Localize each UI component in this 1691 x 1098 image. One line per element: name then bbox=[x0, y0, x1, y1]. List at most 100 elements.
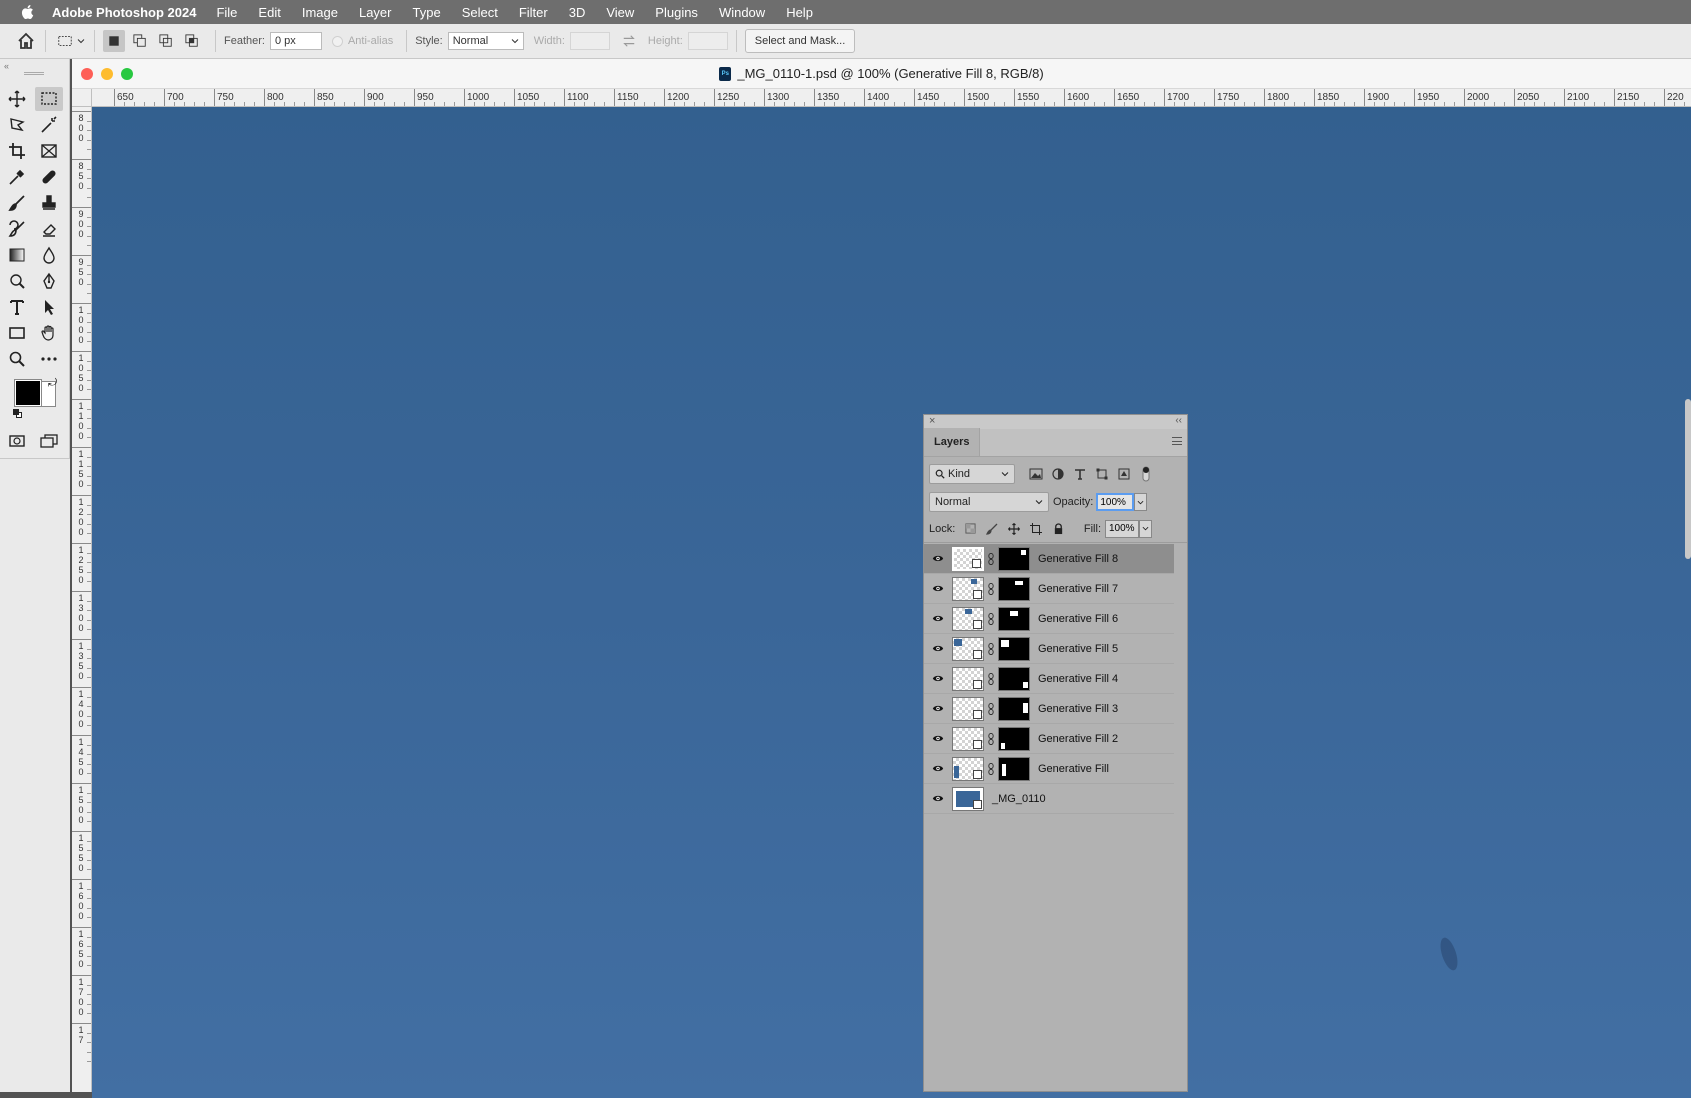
menu-window[interactable]: Window bbox=[719, 5, 765, 20]
menu-select[interactable]: Select bbox=[462, 5, 498, 20]
menu-file[interactable]: File bbox=[216, 5, 237, 20]
filter-type-icon[interactable] bbox=[1069, 464, 1091, 484]
menu-layer[interactable]: Layer bbox=[359, 5, 392, 20]
swap-colors-icon[interactable]: ⤾ bbox=[48, 377, 57, 390]
menu-help[interactable]: Help bbox=[786, 5, 813, 20]
layer-thumbnail[interactable] bbox=[952, 606, 984, 631]
rectangle-tool-icon[interactable] bbox=[3, 321, 31, 345]
layer-mask-thumbnail[interactable] bbox=[998, 576, 1030, 601]
filter-smart-object-icon[interactable] bbox=[1113, 464, 1135, 484]
lasso-tool-icon[interactable] bbox=[3, 113, 31, 137]
more-tools-icon[interactable] bbox=[35, 347, 63, 371]
move-tool-icon[interactable] bbox=[3, 87, 31, 111]
layer-row[interactable]: _MG_0110 bbox=[924, 784, 1174, 814]
visibility-eye-icon[interactable] bbox=[924, 644, 952, 653]
layer-mask-thumbnail[interactable] bbox=[998, 756, 1030, 781]
ruler-origin[interactable] bbox=[72, 89, 92, 107]
zoom-tool-icon[interactable] bbox=[3, 347, 31, 371]
visibility-eye-icon[interactable] bbox=[924, 584, 952, 593]
antialias-checkbox[interactable]: Anti-alias bbox=[331, 35, 398, 47]
path-selection-tool-icon[interactable] bbox=[35, 295, 63, 319]
layer-mask-thumbnail[interactable] bbox=[998, 606, 1030, 631]
vertical-ruler[interactable]: 8 0 0 8 5 0 9 0 0 9 5 0 1 0 0 0 1 0 5 0 1 1 0 … bbox=[72, 107, 92, 1092]
layer-row[interactable]: Generative Fill 6 bbox=[924, 604, 1174, 634]
filter-adjustment-icon[interactable] bbox=[1047, 464, 1069, 484]
type-tool-icon[interactable] bbox=[3, 295, 31, 319]
filter-kind-select[interactable]: Kind bbox=[929, 464, 1015, 484]
apple-icon[interactable] bbox=[18, 3, 36, 21]
frame-tool-icon[interactable] bbox=[35, 139, 63, 163]
close-window-button[interactable] bbox=[81, 68, 93, 80]
chain-link-icon[interactable] bbox=[986, 702, 996, 715]
panel-menu-icon[interactable] bbox=[1172, 437, 1182, 445]
layer-thumbnail[interactable] bbox=[952, 696, 984, 721]
swap-dimensions-icon[interactable] bbox=[618, 30, 640, 52]
chain-link-icon[interactable] bbox=[986, 552, 996, 565]
layer-thumbnail[interactable] bbox=[952, 726, 984, 751]
blend-mode-select[interactable]: Normal bbox=[929, 492, 1049, 512]
vertical-scrollbar[interactable] bbox=[1685, 399, 1691, 559]
layer-thumbnail[interactable] bbox=[952, 786, 984, 811]
foreground-color-swatch[interactable] bbox=[14, 379, 42, 407]
home-icon[interactable] bbox=[15, 30, 37, 52]
intersect-selection-icon[interactable] bbox=[181, 30, 203, 52]
width-input[interactable] bbox=[569, 32, 610, 50]
visibility-eye-icon[interactable] bbox=[924, 704, 952, 713]
menu-filter[interactable]: Filter bbox=[519, 5, 548, 20]
menu-3d[interactable]: 3D bbox=[569, 5, 586, 20]
layer-mask-thumbnail[interactable] bbox=[998, 726, 1030, 751]
crop-tool-icon[interactable] bbox=[3, 139, 31, 163]
healing-brush-tool-icon[interactable] bbox=[35, 165, 63, 189]
clone-stamp-tool-icon[interactable] bbox=[35, 191, 63, 215]
visibility-eye-icon[interactable] bbox=[924, 554, 952, 563]
rectangular-marquee-tool-icon[interactable] bbox=[35, 87, 63, 111]
default-colors-icon[interactable] bbox=[13, 409, 22, 418]
layer-row[interactable]: Generative Fill 5 bbox=[924, 634, 1174, 664]
quick-mask-icon[interactable] bbox=[3, 429, 31, 453]
minimize-window-button[interactable] bbox=[101, 68, 113, 80]
collapse-panel-icon[interactable]: « bbox=[4, 61, 9, 71]
panel-grip-icon[interactable] bbox=[24, 72, 44, 75]
layer-row[interactable]: Generative Fill 7 bbox=[924, 574, 1174, 604]
blur-tool-icon[interactable] bbox=[35, 243, 63, 267]
opacity-dropdown[interactable] bbox=[1134, 493, 1148, 511]
add-to-selection-icon[interactable] bbox=[129, 30, 151, 52]
chain-link-icon[interactable] bbox=[986, 762, 996, 775]
layer-thumbnail[interactable] bbox=[952, 576, 984, 601]
close-panel-icon[interactable]: × bbox=[929, 415, 935, 427]
lock-all-icon[interactable] bbox=[1047, 519, 1069, 539]
layer-thumbnail[interactable] bbox=[952, 666, 984, 691]
menu-view[interactable]: View bbox=[606, 5, 634, 20]
layer-thumbnail[interactable] bbox=[952, 546, 984, 571]
fill-dropdown[interactable] bbox=[1139, 519, 1152, 538]
eraser-tool-icon[interactable] bbox=[35, 217, 63, 241]
visibility-eye-icon[interactable] bbox=[924, 764, 952, 773]
layer-thumbnail[interactable] bbox=[952, 636, 984, 661]
layer-row[interactable]: Generative Fill bbox=[924, 754, 1174, 784]
chevron-down-icon[interactable] bbox=[76, 30, 86, 52]
subtract-from-selection-icon[interactable] bbox=[155, 30, 177, 52]
filter-shape-icon[interactable] bbox=[1091, 464, 1113, 484]
filter-pixel-icon[interactable] bbox=[1025, 464, 1047, 484]
marquee-preset-icon[interactable] bbox=[54, 30, 76, 52]
magic-wand-tool-icon[interactable] bbox=[35, 113, 63, 137]
hand-tool-icon[interactable] bbox=[35, 321, 63, 345]
feather-input[interactable]: 0 px bbox=[269, 32, 322, 50]
height-input[interactable] bbox=[687, 32, 728, 50]
menu-type[interactable]: Type bbox=[413, 5, 441, 20]
layer-row[interactable]: Generative Fill 3 bbox=[924, 694, 1174, 724]
zoom-window-button[interactable] bbox=[121, 68, 133, 80]
visibility-eye-icon[interactable] bbox=[924, 614, 952, 623]
layer-row[interactable]: Generative Fill 4 bbox=[924, 664, 1174, 694]
history-brush-tool-icon[interactable] bbox=[3, 217, 31, 241]
layer-row[interactable]: Generative Fill 2 bbox=[924, 724, 1174, 754]
layer-thumbnail[interactable] bbox=[952, 756, 984, 781]
visibility-eye-icon[interactable] bbox=[924, 794, 952, 803]
lock-artboard-icon[interactable] bbox=[1025, 519, 1047, 539]
visibility-eye-icon[interactable] bbox=[924, 734, 952, 743]
pen-tool-icon[interactable] bbox=[35, 269, 63, 293]
menu-image[interactable]: Image bbox=[302, 5, 338, 20]
app-name-menu[interactable]: Adobe Photoshop 2024 bbox=[52, 5, 196, 20]
menu-plugins[interactable]: Plugins bbox=[655, 5, 698, 20]
chain-link-icon[interactable] bbox=[986, 612, 996, 625]
